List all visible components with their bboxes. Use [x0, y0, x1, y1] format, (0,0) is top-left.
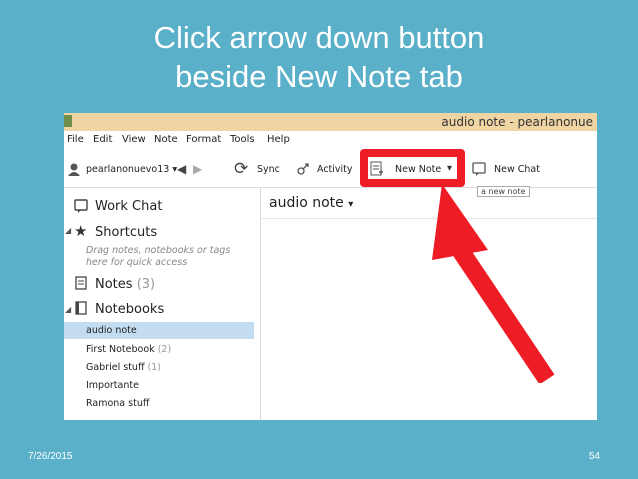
menu-note[interactable]: Note: [154, 134, 178, 145]
shortcuts-hint: Drag notes, notebooks or tags here for q…: [86, 245, 231, 268]
window-title: audio note - pearlanonue: [441, 115, 593, 129]
menu-tools[interactable]: Tools: [230, 134, 255, 145]
notebook-title-dropdown[interactable]: audio note ▾: [269, 195, 353, 211]
notebook-item-gabriel-stuff[interactable]: Gabriel stuff (1): [86, 362, 161, 373]
notebook-name: First Notebook: [86, 344, 155, 355]
user-account-menu[interactable]: pearlanonuevo13 ▾: [86, 164, 177, 175]
menu-help[interactable]: Help: [267, 134, 290, 145]
sync-button[interactable]: Sync: [257, 164, 280, 175]
window-titlebar: audio note - pearlanonue: [64, 113, 597, 131]
notebook-item-ramona-stuff[interactable]: Ramona stuff: [86, 398, 149, 409]
menu-view[interactable]: View: [122, 134, 146, 145]
slide-date: 7/26/2015: [28, 451, 73, 462]
activity-icon[interactable]: [296, 162, 310, 176]
sidebar-item-work-chat[interactable]: Work Chat: [95, 199, 162, 214]
notebooks-icon: [75, 301, 87, 315]
menu-format[interactable]: Format: [186, 134, 221, 145]
notebooks-collapse-icon[interactable]: ◢: [65, 305, 71, 314]
star-icon: ★: [74, 222, 88, 240]
menu-file[interactable]: File: [67, 134, 84, 145]
slide-number: 54: [588, 451, 600, 462]
sidebar-item-notes[interactable]: Notes (3): [95, 277, 155, 292]
user-icon: [68, 163, 80, 176]
notebook-name: audio note: [86, 325, 137, 336]
sidebar-item-notebooks[interactable]: Notebooks: [95, 302, 164, 317]
notebook-count: (1): [147, 362, 162, 373]
notebook-count: (2): [157, 344, 172, 355]
sync-icon[interactable]: ⟳: [234, 159, 248, 179]
forward-arrow-icon[interactable]: ▶: [193, 162, 202, 176]
app-icon: [64, 115, 72, 127]
notes-icon: [75, 276, 87, 290]
notebook-title: audio note: [269, 195, 344, 211]
notebook-name: Ramona stuff: [86, 398, 150, 409]
notes-count: (3): [136, 277, 156, 292]
red-pointer-arrow-icon: [432, 184, 555, 383]
notebook-item-first-notebook[interactable]: First Notebook (2): [86, 344, 171, 355]
chevron-down-icon: ▾: [348, 199, 354, 210]
new-chat-icon: [472, 162, 486, 176]
notebook-item-audio-note[interactable]: audio note: [86, 325, 137, 336]
notebook-item-importante[interactable]: Importante: [86, 380, 139, 391]
notebook-name: Importante: [86, 380, 139, 391]
user-name: pearlanonuevo13: [86, 164, 170, 175]
sidebar-item-shortcuts[interactable]: Shortcuts: [95, 225, 157, 240]
activity-button[interactable]: Activity: [317, 164, 353, 175]
notes-label: Notes: [95, 277, 133, 292]
work-chat-icon: [74, 199, 88, 213]
menu-edit[interactable]: Edit: [93, 134, 112, 145]
slide-title-line-2: beside New Note tab: [175, 59, 463, 94]
shortcuts-collapse-icon[interactable]: ◢: [65, 226, 71, 235]
notebook-name: Gabriel stuff: [86, 362, 145, 373]
slide-title: Click arrow down button beside New Note …: [0, 18, 638, 96]
slide-title-line-1: Click arrow down button: [153, 20, 485, 55]
new-chat-button[interactable]: New Chat: [494, 164, 540, 175]
sidebar: Work Chat ◢ ★ Shortcuts Drag notes, note…: [64, 188, 261, 420]
back-arrow-icon[interactable]: ◀: [177, 162, 186, 176]
